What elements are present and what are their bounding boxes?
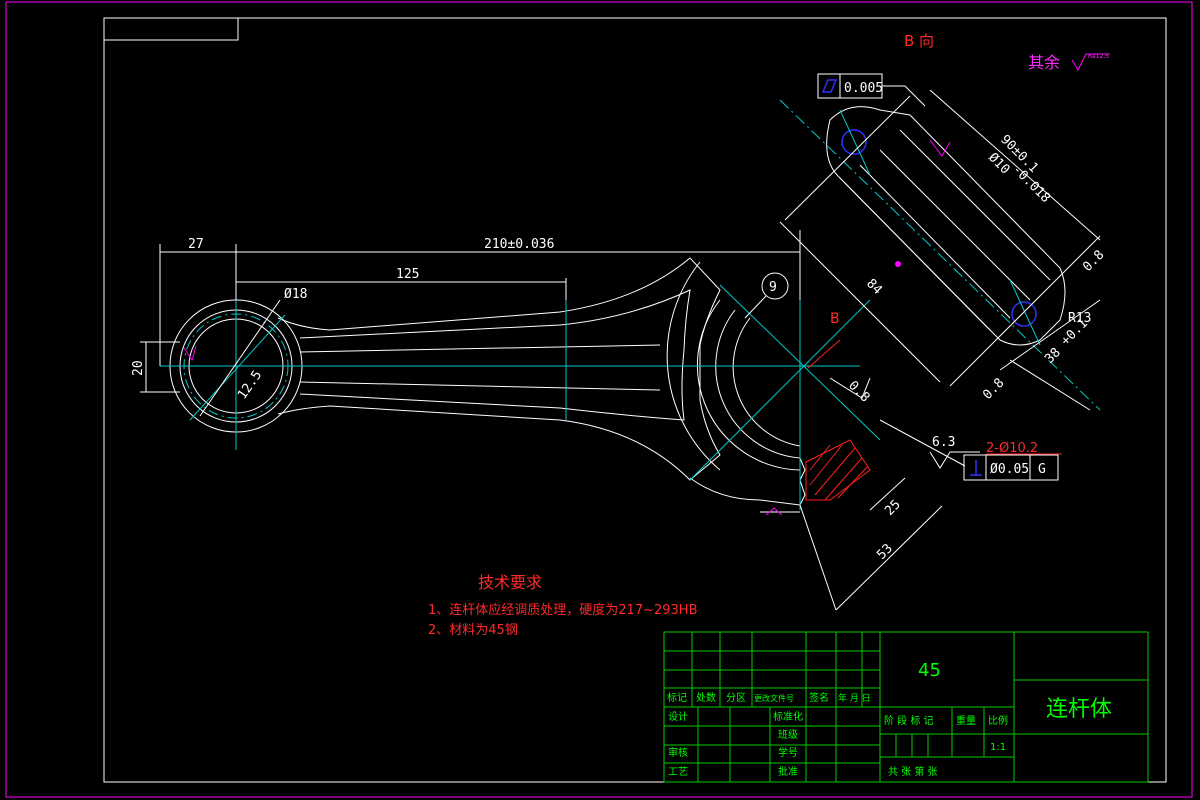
- label-review: 审核: [668, 746, 688, 759]
- reference-circle-label: 9: [769, 280, 777, 295]
- roughness-6-3: 6.3: [932, 435, 955, 450]
- dim-53: 53: [874, 541, 896, 563]
- corner-box: [103, 17, 239, 41]
- label-process: 工艺: [668, 766, 688, 778]
- dim-25: 25: [882, 497, 904, 519]
- perp-datum: G: [1038, 462, 1046, 477]
- shank-outline: [277, 257, 721, 481]
- tech-req-line1: 1、连杆体应经调质处理，硬度为217~293HB: [428, 602, 697, 618]
- label-student-no: 学号: [778, 746, 798, 759]
- rod-body: [169, 257, 871, 513]
- roughness-mark-bview: [929, 139, 951, 157]
- label-standard: 标准化: [773, 710, 803, 723]
- dim-dia10: Ø10: [985, 150, 1012, 177]
- scale-value: 1:1: [990, 742, 1006, 753]
- dim-84: 84: [863, 276, 885, 298]
- b-view-outline: [826, 106, 1066, 346]
- sheet-count: 共 张 第 张: [888, 765, 938, 778]
- b-view-hole-top: [841, 129, 867, 155]
- label-weight: 重量: [956, 714, 976, 727]
- big-end-diag-2: [689, 299, 871, 481]
- surface-note: 其余: [1028, 53, 1060, 72]
- dim-125: 125: [396, 267, 419, 282]
- b-view-title: B 向: [904, 32, 934, 50]
- perp-value: Ø0.05: [990, 462, 1029, 477]
- b-view-hole-bottom: [1011, 301, 1037, 327]
- tol-flat-value: 0.005: [844, 81, 883, 96]
- label-design: 设计: [668, 710, 688, 723]
- perp-symbol-icon: [970, 460, 982, 476]
- shank-inner-top: [299, 289, 691, 351]
- reference-leader: [744, 295, 767, 319]
- b-view-center-dot: [895, 261, 901, 267]
- label-scale: 比例: [988, 714, 1008, 727]
- shank-inner-bottom: [299, 349, 685, 421]
- header-date: 年 月 日: [838, 692, 871, 704]
- center-lines: [160, 230, 881, 510]
- header-docno: 更改文件号: [754, 693, 794, 703]
- surface-roughness-value: Ra12.5: [1088, 53, 1109, 60]
- label-class: 班级: [778, 729, 798, 741]
- hatch-region: [805, 439, 871, 501]
- part-name: 连杆体: [1046, 697, 1112, 722]
- roughness-mark-small-end: [183, 345, 197, 362]
- label-stage-mark: 阶 段 标 记: [884, 714, 934, 727]
- dim-dia18: Ø18: [284, 287, 307, 302]
- drawing-canvas: 27 210±0.036 125 Ø18 20 12.5 9 B 0.8 6.3…: [5, 1, 1193, 798]
- flatness-symbol-icon: [821, 79, 838, 93]
- dim-38: 38: [1042, 345, 1064, 367]
- header-count: 处数: [696, 691, 716, 704]
- section-arrow-line: [807, 339, 841, 369]
- shank-rib-1: [299, 344, 661, 353]
- tech-req-title: 技术要求: [478, 573, 542, 592]
- section-label-b: B: [830, 311, 840, 327]
- label-approve: 批准: [778, 765, 798, 778]
- shank-rib-2: [299, 381, 661, 391]
- header-sign: 签名: [809, 691, 829, 704]
- dim-210: 210±0.036: [484, 237, 554, 252]
- dim-0-8-bottom: 0.8: [980, 376, 1007, 403]
- dim-27: 27: [188, 237, 204, 252]
- header-zone: 分区: [726, 692, 746, 704]
- roughness-6-3-mark: [929, 451, 980, 469]
- big-end-arc-2: [715, 309, 801, 459]
- dim-r12-5: 12.5: [235, 368, 265, 402]
- tech-req-line2: 2、材料为45钢: [428, 623, 518, 638]
- header-mark: 标记: [667, 692, 687, 704]
- material-value: 45: [918, 660, 941, 681]
- dim-20: 20: [131, 360, 146, 376]
